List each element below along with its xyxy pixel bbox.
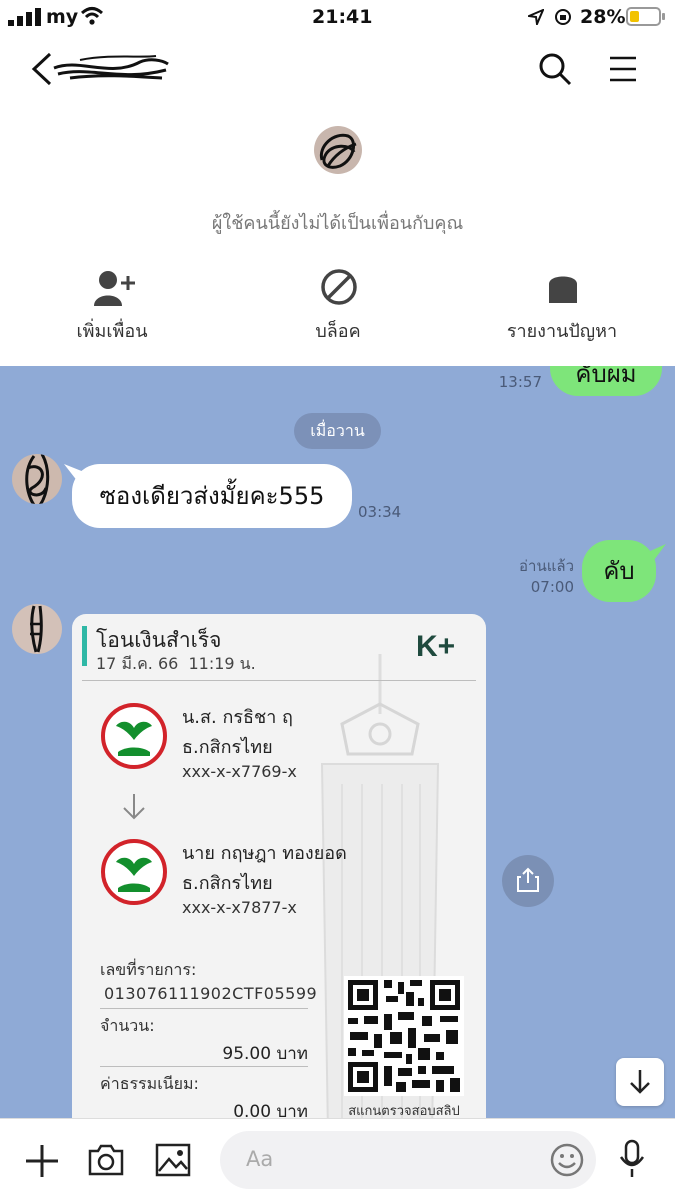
message-bubble-in[interactable]: ซองเดียวส่งมั้ยคะ555 <box>72 464 352 528</box>
message-time: 03:34 <box>358 503 402 521</box>
title-accent-bar <box>82 626 87 666</box>
battery-percent: 28% <box>580 6 626 28</box>
ref-value: 013076111902CTF05599 <box>104 984 318 1003</box>
divider <box>100 1066 308 1067</box>
location-arrow-icon <box>528 9 544 25</box>
receiver-bank: ธ.กสิกรไทย <box>182 873 273 894</box>
bubble-tail <box>648 544 666 560</box>
search-icon[interactable] <box>538 52 574 88</box>
share-button[interactable] <box>502 855 554 907</box>
sender-bank: ธ.กสิกรไทย <box>182 737 273 758</box>
message-input-placeholder: Aa <box>246 1147 274 1171</box>
kplus-logo: K+ <box>416 630 455 664</box>
plus-icon[interactable] <box>24 1143 60 1179</box>
message-bubble-out[interactable]: คับ <box>582 540 656 602</box>
message-bubble-out[interactable]: คับผม <box>550 366 662 396</box>
block-button[interactable]: บล็อค <box>278 264 398 344</box>
not-friend-notice: ผู้ใช้คนนี้ยังไม่ได้เป็นเพื่อนกับคุณ <box>211 213 464 234</box>
amount-value: 95.00 บาท <box>222 1044 308 1064</box>
signal-icon <box>8 8 41 26</box>
date-chip: เมื่อวาน <box>294 413 381 449</box>
avatar-scribble <box>319 133 357 169</box>
carrier-label: my <box>46 6 79 28</box>
kbank-logo-icon <box>101 703 167 769</box>
qr-code <box>344 976 464 1096</box>
microphone-icon[interactable] <box>618 1139 646 1179</box>
add-friend-icon <box>94 271 135 306</box>
message-time: 13:57 <box>498 373 542 391</box>
wifi-icon <box>80 7 104 25</box>
add-friend-label: เพิ่มเพื่อน <box>76 321 148 342</box>
clock: 21:41 <box>312 6 373 28</box>
add-friend-button[interactable]: เพิ่มเพื่อน <box>52 264 172 344</box>
chat-area[interactable]: 13:57 คับผม เมื่อวาน ซองเดียวส่งมั้ยคะ55… <box>0 366 675 1118</box>
sender-avatar[interactable] <box>12 604 62 654</box>
camera-icon[interactable] <box>87 1143 125 1177</box>
fee-value: 0.00 บาท <box>233 1102 308 1118</box>
transfer-slip-card[interactable]: โอนเงินสำเร็จ 17 มี.ค. 66 11:19 น. K+ น.… <box>72 614 486 1118</box>
sender-name: น.ส. กรธิชา ฤ <box>182 707 293 728</box>
report-label: รายงานปัญหา <box>506 321 618 342</box>
date-chip-label: เมื่อวาน <box>310 420 365 440</box>
report-icon <box>549 276 577 303</box>
block-icon <box>321 269 357 305</box>
message-time: 07:00 <box>530 578 574 596</box>
profile-avatar[interactable] <box>314 126 362 174</box>
report-button[interactable]: รายงานปัญหา <box>492 264 632 344</box>
emoji-icon[interactable] <box>550 1143 584 1177</box>
rotation-lock-icon <box>555 9 571 25</box>
menu-icon[interactable] <box>608 54 638 84</box>
read-receipt: อ่านแล้ว <box>519 557 574 575</box>
divider <box>100 1008 308 1009</box>
message-text: ซองเดียวส่งมั้ยคะ555 <box>99 482 325 510</box>
status-bar: my 21:41 28% <box>0 0 675 34</box>
scroll-to-bottom-button[interactable] <box>616 1058 664 1106</box>
avatar-scribble <box>25 454 50 504</box>
message-text: คับผม <box>575 366 637 388</box>
profile-section: ผู้ใช้คนนี้ยังไม่ได้เป็นเพื่อนกับคุณ เพิ… <box>0 104 675 366</box>
avatar-scribble <box>30 605 43 653</box>
arrow-down-icon <box>630 1070 650 1094</box>
arrow-down-icon <box>123 794 145 820</box>
redacted-contact-name <box>53 55 169 80</box>
chat-header <box>0 34 675 104</box>
receiver-account: xxx-x-x7877-x <box>182 898 297 917</box>
kplus-logo-text: K+ <box>416 630 456 663</box>
input-bar: Aa <box>0 1118 675 1201</box>
share-icon <box>517 867 539 892</box>
block-label: บล็อค <box>315 321 361 342</box>
message-text: คับ <box>603 557 635 585</box>
message-input[interactable]: Aa <box>220 1131 596 1189</box>
receiver-name: นาย กฤษฎา ทองยอด <box>182 843 347 864</box>
sender-avatar[interactable] <box>12 454 62 504</box>
ref-label: เลขที่รายการ: <box>100 960 197 979</box>
slip-datetime: 17 มี.ค. 66 11:19 น. <box>96 654 256 673</box>
amount-label: จำนวน: <box>100 1016 155 1035</box>
image-icon[interactable] <box>155 1143 191 1177</box>
fee-label: ค่าธรรมเนียม: <box>100 1074 199 1093</box>
qr-caption: สแกนตรวจสอบสลิป <box>348 1104 460 1118</box>
sender-account: xxx-x-x7769-x <box>182 762 297 781</box>
kbank-logo-icon <box>101 839 167 905</box>
divider <box>82 680 476 681</box>
battery-icon <box>626 7 665 26</box>
